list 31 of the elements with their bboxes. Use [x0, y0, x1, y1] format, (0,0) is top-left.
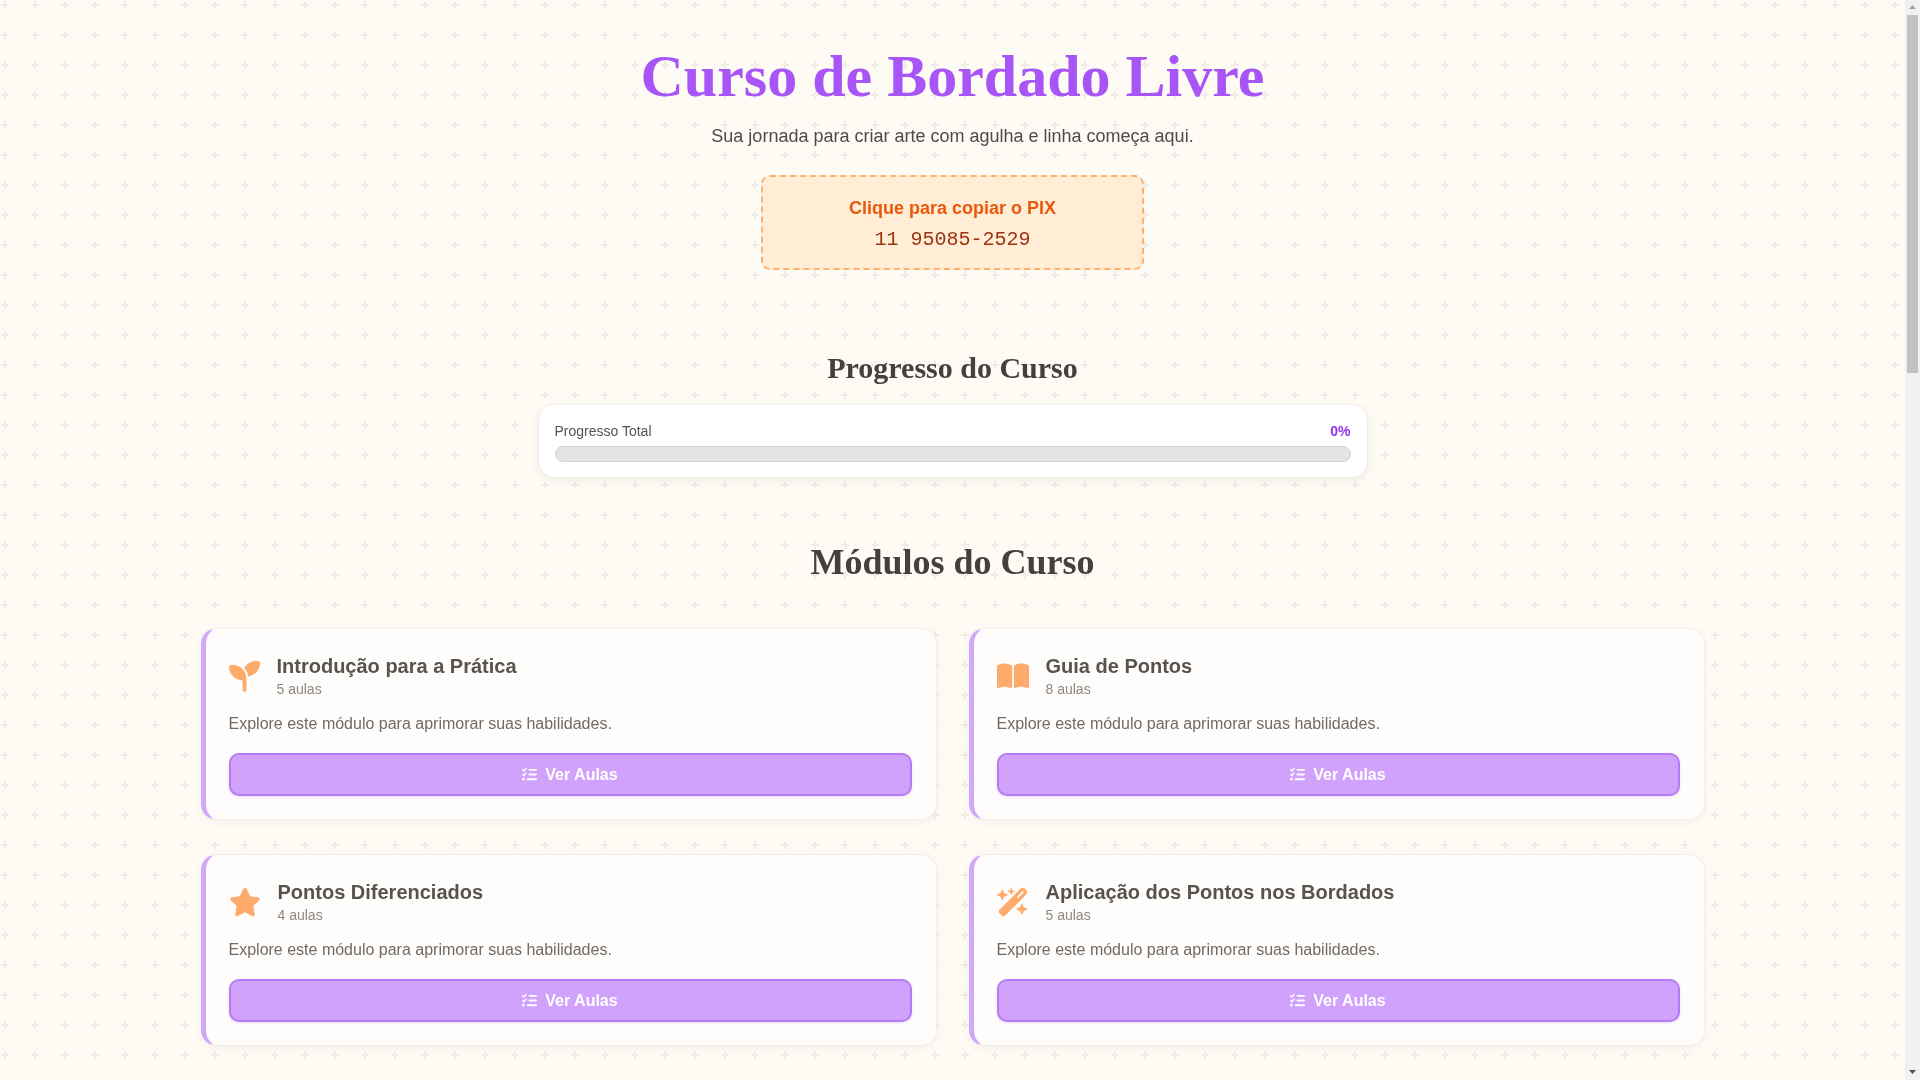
progress-label: Progresso Total — [554, 422, 652, 441]
view-lessons-button[interactable]: Ver Aulas — [228, 979, 912, 1022]
section-heading: Módulos do Curso — [810, 541, 1095, 584]
page-title: Curso de Bordado Livre — [640, 42, 1265, 111]
checklist-icon — [1290, 767, 1306, 782]
magic-wand-icon — [996, 886, 1029, 918]
module-description: Explore este módulo para aprimorar suas habilidades. — [228, 714, 613, 734]
module-title: Introdução para a Prática — [276, 654, 517, 679]
module-description: Explore este módulo para aprimorar suas habilidades. — [996, 714, 1381, 734]
star-icon — [228, 886, 261, 918]
lesson-count: 5 aulas — [276, 680, 323, 699]
progress-percent: 0% — [1330, 422, 1351, 441]
module-title: Pontos Diferenciados — [277, 880, 484, 905]
module-description: Explore este módulo para aprimorar suas habilidades. — [996, 940, 1381, 960]
page-subtitle: Sua jornada para criar arte com agulha e linha começa aqui. — [711, 125, 1194, 148]
checklist-icon — [522, 993, 538, 1008]
checklist-icon — [1290, 993, 1306, 1008]
view-lessons-button[interactable]: Ver Aulas — [228, 753, 912, 796]
checklist-icon — [522, 767, 538, 782]
section-heading: Progresso do Curso — [827, 350, 1078, 386]
view-lessons-button[interactable]: Ver Aulas — [996, 979, 1680, 1022]
module-description: Explore este módulo para aprimorar suas habilidades. — [228, 940, 613, 960]
scrollbar[interactable] — [1905, 0, 1920, 1080]
view-lessons-button[interactable]: Ver Aulas — [996, 753, 1680, 796]
pix-copy-button[interactable]: Clique para copiar o PIX 11 95085-2529 — [761, 175, 1144, 270]
module-title: Aplicação dos Pontos nos Bordados — [1045, 880, 1395, 905]
lesson-count: 4 aulas — [277, 906, 324, 925]
lesson-count: 5 aulas — [1045, 906, 1092, 925]
module-title: Guia de Pontos — [1045, 654, 1193, 679]
lesson-count: 8 aulas — [1045, 680, 1092, 699]
sprout-icon — [228, 660, 260, 692]
